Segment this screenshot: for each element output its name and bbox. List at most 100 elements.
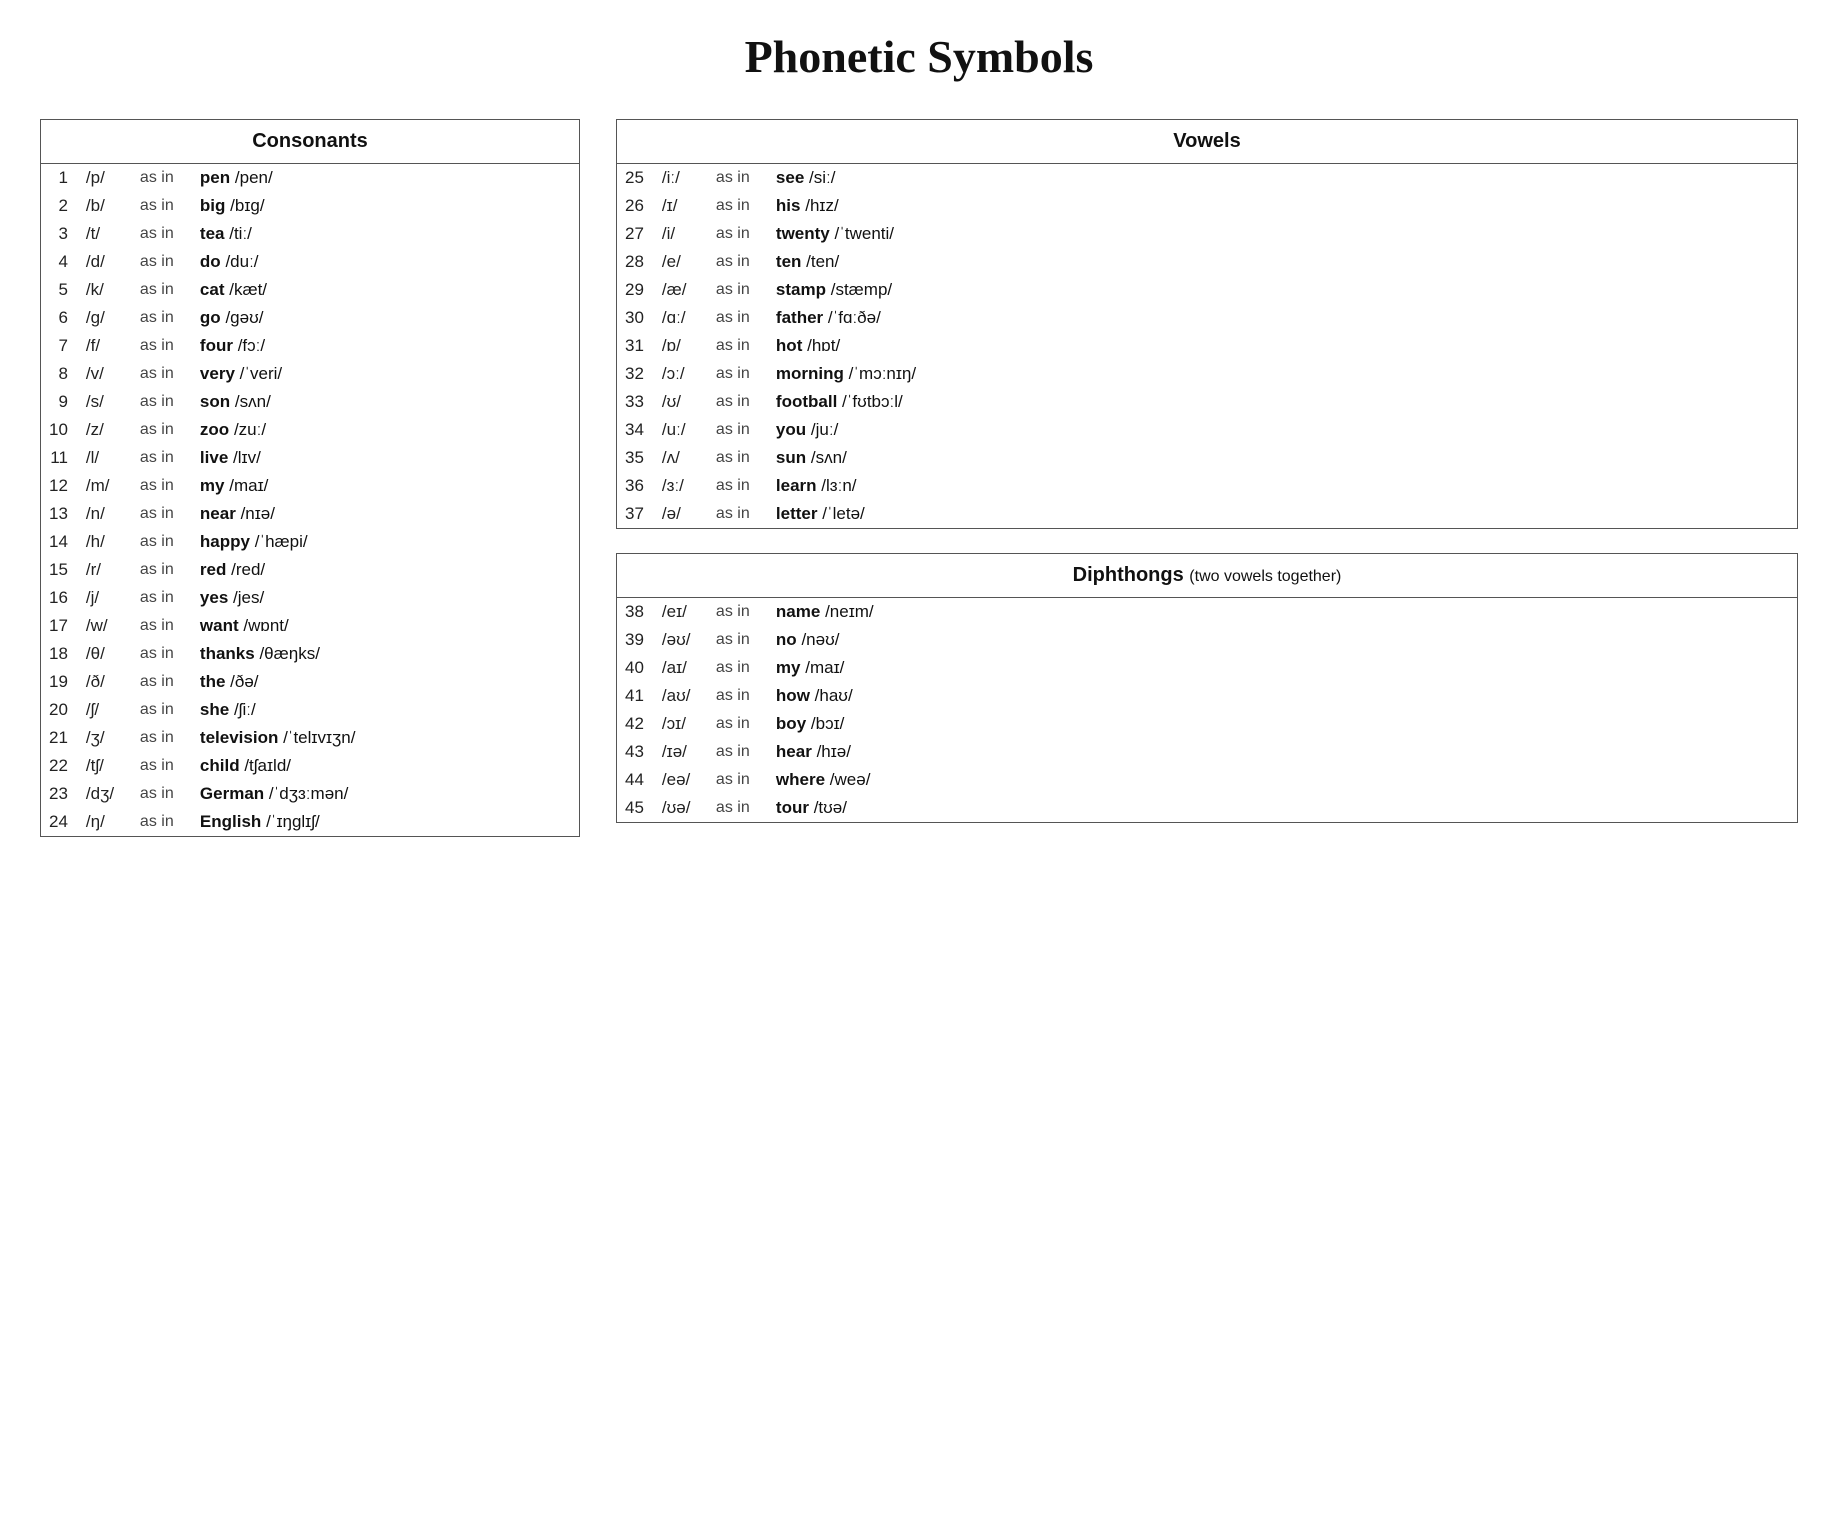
- as-in-label: as in: [708, 332, 768, 360]
- table-row: 3 /t/ as in tea /tiː/: [41, 220, 580, 248]
- example-word: do /duː/: [192, 248, 580, 276]
- table-row: 18 /θ/ as in thanks /θæŋks/: [41, 640, 580, 668]
- table-row: 21 /ʒ/ as in television /ˈtelɪvɪʒn/: [41, 724, 580, 752]
- example-word: want /wɒnt/: [192, 612, 580, 640]
- as-in-label: as in: [132, 164, 192, 193]
- table-row: 25 /iː/ as in see /siː/: [617, 164, 1798, 193]
- table-row: 34 /uː/ as in you /juː/: [617, 416, 1798, 444]
- row-number: 39: [617, 626, 654, 654]
- ipa-symbol: /ʊ/: [654, 388, 708, 416]
- as-in-label: as in: [132, 248, 192, 276]
- row-number: 37: [617, 500, 654, 529]
- example-word: his /hɪz/: [768, 192, 1798, 220]
- ipa-symbol: /g/: [78, 304, 132, 332]
- example-word: go /gəʊ/: [192, 304, 580, 332]
- table-row: 35 /ʌ/ as in sun /sʌn/: [617, 444, 1798, 472]
- row-number: 32: [617, 360, 654, 388]
- table-row: 16 /j/ as in yes /jes/: [41, 584, 580, 612]
- ipa-symbol: /ə/: [654, 500, 708, 529]
- example-word: pen /pen/: [192, 164, 580, 193]
- row-number: 31: [617, 332, 654, 360]
- as-in-label: as in: [132, 276, 192, 304]
- row-number: 22: [41, 752, 78, 780]
- example-word: happy /ˈhæpi/: [192, 528, 580, 556]
- row-number: 26: [617, 192, 654, 220]
- example-word: see /siː/: [768, 164, 1798, 193]
- as-in-label: as in: [708, 794, 768, 823]
- as-in-label: as in: [708, 164, 768, 193]
- table-row: 40 /aɪ/ as in my /maɪ/: [617, 654, 1798, 682]
- example-word: cat /kæt/: [192, 276, 580, 304]
- row-number: 7: [41, 332, 78, 360]
- table-row: 8 /v/ as in very /ˈveri/: [41, 360, 580, 388]
- row-number: 38: [617, 598, 654, 627]
- as-in-label: as in: [132, 472, 192, 500]
- ipa-symbol: /j/: [78, 584, 132, 612]
- row-number: 16: [41, 584, 78, 612]
- ipa-symbol: /ʃ/: [78, 696, 132, 724]
- row-number: 1: [41, 164, 78, 193]
- example-word: zoo /zuː/: [192, 416, 580, 444]
- row-number: 29: [617, 276, 654, 304]
- as-in-label: as in: [132, 332, 192, 360]
- vowels-header: Vowels: [617, 120, 1798, 164]
- table-row: 2 /b/ as in big /bɪg/: [41, 192, 580, 220]
- table-row: 11 /l/ as in live /lɪv/: [41, 444, 580, 472]
- table-row: 38 /eɪ/ as in name /neɪm/: [617, 598, 1798, 627]
- row-number: 20: [41, 696, 78, 724]
- as-in-label: as in: [132, 752, 192, 780]
- as-in-label: as in: [708, 416, 768, 444]
- as-in-label: as in: [708, 738, 768, 766]
- ipa-symbol: /ɜː/: [654, 472, 708, 500]
- ipa-symbol: /æ/: [654, 276, 708, 304]
- as-in-label: as in: [132, 416, 192, 444]
- as-in-label: as in: [132, 612, 192, 640]
- table-row: 6 /g/ as in go /gəʊ/: [41, 304, 580, 332]
- example-word: where /weə/: [768, 766, 1798, 794]
- table-row: 1 /p/ as in pen /pen/: [41, 164, 580, 193]
- as-in-label: as in: [132, 528, 192, 556]
- ipa-symbol: /p/: [78, 164, 132, 193]
- example-word: sun /sʌn/: [768, 444, 1798, 472]
- row-number: 44: [617, 766, 654, 794]
- diphthongs-subtitle: (two vowels together): [1189, 568, 1341, 585]
- ipa-symbol: /aʊ/: [654, 682, 708, 710]
- row-number: 17: [41, 612, 78, 640]
- table-row: 17 /w/ as in want /wɒnt/: [41, 612, 580, 640]
- row-number: 43: [617, 738, 654, 766]
- as-in-label: as in: [708, 248, 768, 276]
- ipa-symbol: /f/: [78, 332, 132, 360]
- table-row: 24 /ŋ/ as in English /ˈɪŋglɪʃ/: [41, 808, 580, 837]
- ipa-symbol: /z/: [78, 416, 132, 444]
- ipa-symbol: /ɪ/: [654, 192, 708, 220]
- example-word: the /ðə/: [192, 668, 580, 696]
- row-number: 12: [41, 472, 78, 500]
- row-number: 45: [617, 794, 654, 823]
- as-in-label: as in: [132, 668, 192, 696]
- table-row: 30 /ɑː/ as in father /ˈfɑːðə/: [617, 304, 1798, 332]
- example-word: near /nɪə/: [192, 500, 580, 528]
- ipa-symbol: /ɔɪ/: [654, 710, 708, 738]
- table-row: 26 /ɪ/ as in his /hɪz/: [617, 192, 1798, 220]
- example-word: four /fɔː/: [192, 332, 580, 360]
- ipa-symbol: /eə/: [654, 766, 708, 794]
- table-row: 7 /f/ as in four /fɔː/: [41, 332, 580, 360]
- row-number: 19: [41, 668, 78, 696]
- row-number: 33: [617, 388, 654, 416]
- table-row: 36 /ɜː/ as in learn /lɜːn/: [617, 472, 1798, 500]
- main-content: Consonants 1 /p/ as in pen /pen/ 2 /b/ a…: [40, 119, 1798, 837]
- as-in-label: as in: [132, 388, 192, 416]
- as-in-label: as in: [708, 500, 768, 529]
- example-word: ten /ten/: [768, 248, 1798, 276]
- example-word: twenty /ˈtwenti/: [768, 220, 1798, 248]
- example-word: yes /jes/: [192, 584, 580, 612]
- example-word: hear /hɪə/: [768, 738, 1798, 766]
- table-row: 45 /ʊə/ as in tour /tʊə/: [617, 794, 1798, 823]
- row-number: 24: [41, 808, 78, 837]
- as-in-label: as in: [708, 654, 768, 682]
- ipa-symbol: /ɒ/: [654, 332, 708, 360]
- as-in-label: as in: [708, 304, 768, 332]
- table-row: 44 /eə/ as in where /weə/: [617, 766, 1798, 794]
- as-in-label: as in: [708, 682, 768, 710]
- table-row: 28 /e/ as in ten /ten/: [617, 248, 1798, 276]
